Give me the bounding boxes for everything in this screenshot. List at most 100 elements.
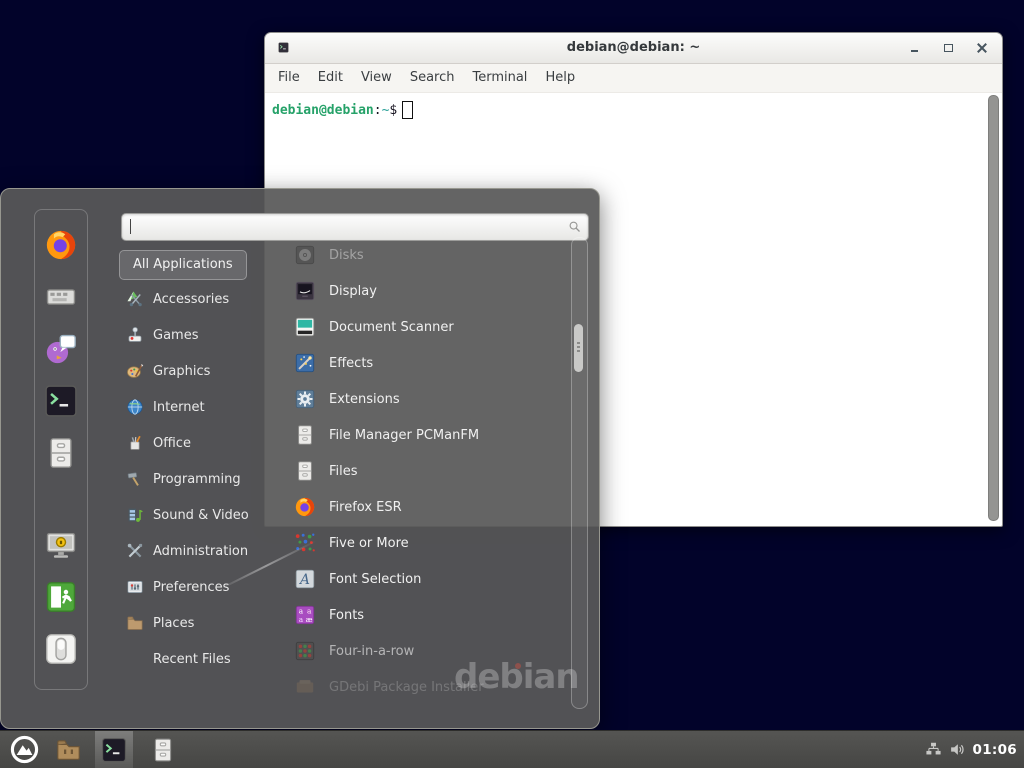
category-label: Preferences [153,580,229,595]
app-label: Disks [329,248,364,263]
window-controls [908,33,988,63]
app-label: Files [329,464,358,479]
network-icon[interactable] [925,741,942,758]
prompt-separator: : [374,103,382,118]
menubar-item-view[interactable]: View [352,64,401,92]
extensions-icon [294,388,316,410]
no-icon [126,650,144,668]
watermark-dot [515,663,521,669]
effects-icon [294,352,316,374]
terminal-scrollbar-thumb[interactable] [988,95,999,521]
app-firefox-esr[interactable]: Firefox ESR [285,489,569,525]
category-internet[interactable]: Internet [119,389,285,425]
category-administration[interactable]: Administration [119,533,285,569]
app-extensions[interactable]: Extensions [285,381,569,417]
category-label: Administration [153,544,248,559]
taskbar-button-file-cabinet[interactable] [150,737,176,763]
programming-icon [126,470,144,488]
terminal-scrollbar[interactable] [989,95,1000,521]
favorite-lock-screen[interactable] [44,528,78,562]
terminal-menubar: FileEditViewSearchTerminalHelp [265,64,1002,93]
all-applications-button[interactable]: All Applications [119,250,247,280]
category-label: Office [153,436,191,451]
administration-icon [126,542,144,560]
category-accessories[interactable]: Accessories [119,281,285,317]
category-recent-files[interactable]: Recent Files [119,641,285,677]
favorites-panel [34,209,88,690]
taskbar-launchers [0,731,1024,768]
favorite-terminal[interactable] [44,384,78,418]
app-label: Firefox ESR [329,500,402,515]
menubar-item-search[interactable]: Search [401,64,464,92]
app-document-scanner[interactable]: Document Scanner [285,309,569,345]
favorite-file-manager[interactable] [44,436,78,470]
category-label: Graphics [153,364,210,379]
category-label: Programming [153,472,241,487]
minimize-button[interactable] [908,41,920,55]
app-label: Extensions [329,392,400,407]
svg-text:a: a [299,615,304,624]
app-five-or-more[interactable]: Five or More [285,525,569,561]
category-games[interactable]: Games [119,317,285,353]
globe-icon [126,398,144,416]
app-list-scrollbar-thumb[interactable] [574,324,583,372]
preferences-icon [126,578,144,596]
taskbar-clock: 01:06 [973,742,1017,758]
menubar-item-file[interactable]: File [269,64,309,92]
terminal-cursor [402,101,413,119]
app-font-selection[interactable]: A Font Selection [285,561,569,597]
app-label: Display [329,284,377,299]
favorite-pidgin[interactable] [44,332,78,366]
app-label: Fonts [329,608,364,623]
menubar-item-edit[interactable]: Edit [309,64,352,92]
category-graphics[interactable]: Graphics [119,353,285,389]
app-disks[interactable]: Disks [285,237,569,273]
favorite-shut-down[interactable] [44,632,78,666]
favorite-firefox[interactable] [44,228,78,262]
minimize-icon [911,50,918,52]
firefox-icon [294,496,316,518]
display-icon [294,280,316,302]
app-display[interactable]: Display [285,273,569,309]
app-files[interactable]: Files [285,453,569,489]
terminal-title: debian@debian: ~ [265,33,1002,63]
menubar-item-terminal[interactable]: Terminal [463,64,536,92]
app-label: Five or More [329,536,409,551]
category-office[interactable]: Office [119,425,285,461]
category-label: Internet [153,400,205,415]
favorite-keyboard[interactable] [44,280,78,314]
category-label: Games [153,328,198,343]
category-preferences[interactable]: Preferences [119,569,285,605]
accessories-icon [126,290,144,308]
taskbar-button-file-manager[interactable] [55,736,82,763]
category-label: Places [153,616,194,631]
fonts-icon: aaaæ [294,604,316,626]
svg-text:æ: æ [306,615,313,624]
taskbar-button-terminal[interactable] [95,731,133,768]
category-programming[interactable]: Programming [119,461,285,497]
app-label: Font Selection [329,572,421,587]
favorite-log-out[interactable] [44,580,78,614]
font-selection-icon: A [294,568,316,590]
svg-text:A: A [298,572,310,588]
menubar-item-help[interactable]: Help [536,64,584,92]
category-sound-video[interactable]: Sound & Video [119,497,285,533]
app-list-scrollbar[interactable] [571,237,588,709]
application-list: Disks Display Document ScannerEffects Exten… [285,237,569,709]
app-label: Four-in-a-row [329,644,414,659]
terminal-titlebar[interactable]: debian@debian: ~ [265,33,1002,64]
volume-icon[interactable] [949,741,966,758]
file-cabinet-icon [294,460,316,482]
close-button[interactable] [976,41,988,55]
app-label: File Manager PCManFM [329,428,479,443]
app-fonts[interactable]: aaaæ Fonts [285,597,569,633]
four-in-a-row-icon [294,640,316,662]
file-cabinet-icon [294,424,316,446]
graphics-icon [126,362,144,380]
maximize-button[interactable] [942,41,954,55]
taskbar-button-menu[interactable] [10,735,39,764]
category-places[interactable]: Places [119,605,285,641]
disks-icon [294,244,316,266]
app-effects[interactable]: Effects [285,345,569,381]
app-file-manager-pcmanfm[interactable]: File Manager PCManFM [285,417,569,453]
